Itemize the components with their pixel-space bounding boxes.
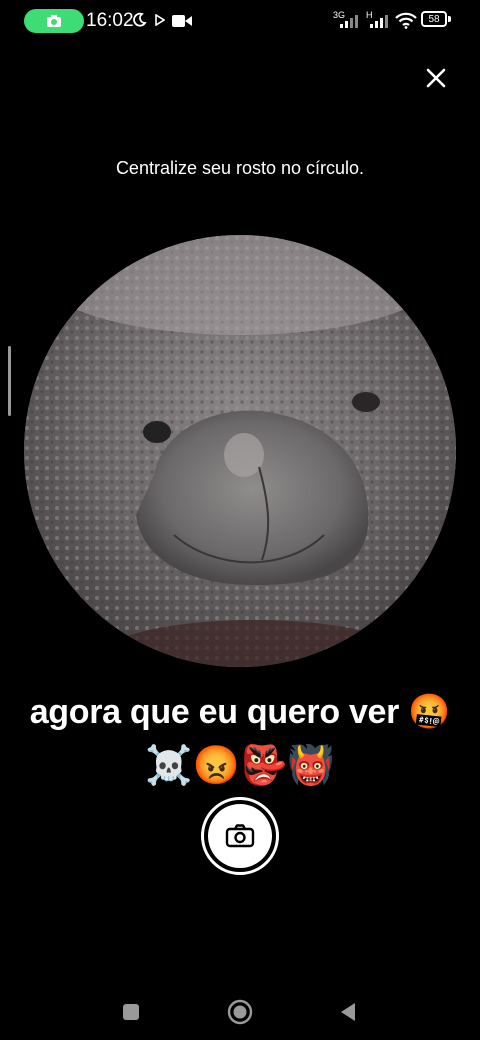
capture-button-inner [208,804,272,868]
camera-preview-image [24,235,456,667]
close-icon [426,68,446,88]
home-button[interactable] [224,996,256,1028]
home-circle-icon [227,999,253,1025]
status-time: 16:02 [86,10,134,31]
back-button[interactable] [332,996,364,1028]
caption-line-1: agora que eu quero ver 🤬 [29,693,451,731]
recent-apps-button[interactable] [115,996,147,1028]
capture-button[interactable] [201,797,279,875]
side-edge-handle[interactable] [8,346,11,416]
signal-icon [370,15,388,28]
battery-icon: 58 [421,11,447,27]
system-nav-bar [0,984,480,1040]
battery-tip [448,16,451,22]
play-icon [155,14,165,26]
moon-icon [133,12,147,27]
camera-in-use-pill[interactable] [24,9,84,33]
video-icon [172,15,192,27]
close-button[interactable] [420,62,452,94]
face-instruction: Centralize seu rosto no círculo. [115,158,365,178]
square-icon [123,1004,139,1020]
signal-icon [340,15,358,28]
back-triangle-icon [341,1003,355,1021]
caption-line-2: ☠️😡👺👹 [145,745,335,787]
battery-level: 58 [428,13,440,25]
camera-icon [225,824,255,848]
wifi-icon [395,12,417,29]
camera-icon [47,15,61,27]
camera-preview [24,235,456,667]
status-bar: 16:02 3G H 58 [0,0,480,42]
